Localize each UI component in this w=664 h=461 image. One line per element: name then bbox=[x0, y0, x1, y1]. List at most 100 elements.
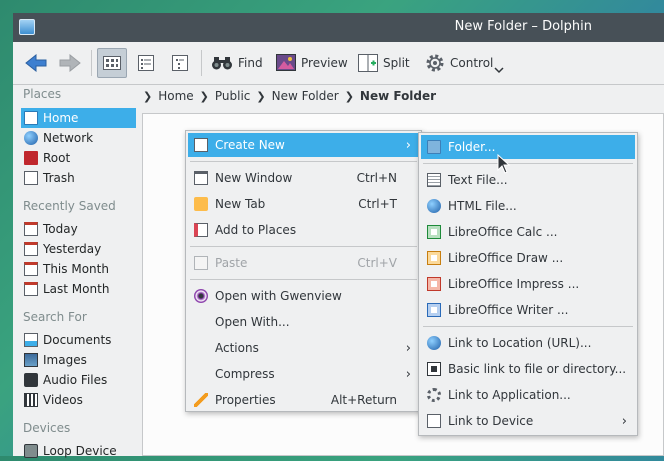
images-icon bbox=[24, 353, 38, 367]
title-bar[interactable]: New Folder – Dolphin bbox=[13, 13, 664, 42]
audio-files-icon bbox=[24, 373, 38, 387]
window-title: New Folder – Dolphin bbox=[454, 19, 592, 34]
places-item-audio-files[interactable]: Audio Files bbox=[21, 370, 136, 390]
split-label: Split bbox=[383, 56, 410, 70]
menu-item-create-new[interactable]: Create New › bbox=[188, 133, 419, 157]
menu-item-label: Text File... bbox=[448, 173, 508, 187]
menu-item-paste[interactable]: Paste Ctrl+V bbox=[188, 251, 419, 275]
places-item-today[interactable]: Today bbox=[21, 219, 136, 239]
folder-icon bbox=[427, 140, 441, 154]
calendar-icon bbox=[24, 242, 38, 256]
application-gear-icon bbox=[427, 388, 441, 402]
properties-pencil-icon bbox=[194, 393, 208, 407]
section-search-for: Search For bbox=[23, 310, 87, 324]
places-item-home[interactable]: Home bbox=[21, 108, 136, 128]
places-item-yesterday[interactable]: Yesterday bbox=[21, 239, 136, 259]
chevron-right-icon: ❯ bbox=[143, 89, 153, 103]
submenu-item-basic-link[interactable]: Basic link to file or directory... bbox=[421, 357, 635, 381]
breadcrumb-item[interactable]: New Folder bbox=[272, 89, 339, 103]
places-item-videos[interactable]: Videos bbox=[21, 390, 136, 410]
places-item-documents[interactable]: Documents bbox=[21, 330, 136, 350]
places-item-network[interactable]: Network bbox=[21, 128, 136, 148]
submenu-item-link-device[interactable]: Link to Device › bbox=[421, 409, 635, 433]
breadcrumb-item[interactable]: Public bbox=[215, 89, 251, 103]
split-button[interactable]: Split bbox=[358, 49, 410, 77]
menu-separator bbox=[190, 279, 417, 280]
toolbar-separator bbox=[91, 50, 92, 76]
menu-item-label: Basic link to file or directory... bbox=[448, 362, 627, 376]
places-item-label: Last Month bbox=[43, 282, 110, 296]
submenu-item-link-application[interactable]: Link to Application... bbox=[421, 383, 635, 407]
section-devices: Devices bbox=[23, 421, 71, 435]
compact-view-button[interactable] bbox=[131, 48, 161, 78]
device-icon bbox=[427, 414, 441, 428]
menu-item-label: Folder... bbox=[448, 140, 496, 154]
menu-item-shortcut: Ctrl+T bbox=[358, 197, 397, 211]
network-globe-icon bbox=[24, 131, 38, 145]
menu-item-compress[interactable]: Compress › bbox=[188, 362, 419, 386]
breadcrumb-item[interactable]: Home bbox=[158, 89, 193, 103]
gear-icon bbox=[426, 54, 444, 72]
new-window-icon bbox=[194, 171, 208, 185]
places-panel: Places Home Network Root Trash Recently … bbox=[13, 85, 139, 458]
mouse-cursor-icon bbox=[497, 154, 511, 174]
menu-item-open-with-gwenview[interactable]: Open with Gwenview bbox=[188, 284, 419, 308]
menu-item-shortcut: Ctrl+N bbox=[356, 171, 397, 185]
submenu-item-libreoffice-impress[interactable]: LibreOffice Impress ... bbox=[421, 272, 635, 296]
submenu-item-text-file[interactable]: Text File... bbox=[421, 168, 635, 192]
submenu-item-libreoffice-writer[interactable]: LibreOffice Writer ... bbox=[421, 298, 635, 322]
menu-item-label: LibreOffice Draw ... bbox=[448, 251, 564, 265]
submenu-item-html-file[interactable]: HTML File... bbox=[421, 194, 635, 218]
control-button[interactable]: Control bbox=[425, 49, 493, 77]
paste-icon bbox=[194, 256, 208, 270]
root-folder-icon bbox=[24, 151, 38, 165]
forward-button[interactable] bbox=[59, 49, 81, 77]
chevron-right-icon: › bbox=[405, 137, 411, 153]
details-view-button[interactable] bbox=[165, 48, 195, 78]
menu-separator bbox=[423, 326, 633, 327]
menu-item-properties[interactable]: Properties Alt+Return bbox=[188, 388, 419, 412]
calendar-icon bbox=[24, 222, 38, 236]
chevron-right-icon: › bbox=[621, 413, 627, 429]
places-item-images[interactable]: Images bbox=[21, 350, 136, 370]
submenu-item-folder[interactable]: Folder... bbox=[421, 135, 635, 159]
calendar-icon bbox=[24, 262, 38, 276]
control-dropdown[interactable] bbox=[494, 56, 504, 84]
app-icon[interactable] bbox=[19, 19, 35, 35]
places-item-loop-device[interactable]: Loop Device bbox=[21, 441, 136, 461]
split-view-icon bbox=[358, 54, 378, 72]
preview-button[interactable]: Preview bbox=[276, 49, 348, 77]
menu-item-new-tab[interactable]: New Tab Ctrl+T bbox=[188, 192, 419, 216]
places-item-last-month[interactable]: Last Month bbox=[21, 279, 136, 299]
videos-icon bbox=[24, 393, 38, 407]
find-label: Find bbox=[238, 56, 263, 70]
places-item-this-month[interactable]: This Month bbox=[21, 259, 136, 279]
places-item-label: This Month bbox=[43, 262, 109, 276]
breadcrumb-current[interactable]: New Folder bbox=[360, 89, 436, 103]
menu-item-shortcut: Ctrl+V bbox=[357, 256, 397, 270]
find-button[interactable]: Find bbox=[211, 49, 263, 77]
menu-item-actions[interactable]: Actions › bbox=[188, 336, 419, 360]
menu-item-new-window[interactable]: New Window Ctrl+N bbox=[188, 166, 419, 190]
back-button[interactable] bbox=[25, 49, 47, 77]
places-item-root[interactable]: Root bbox=[21, 148, 136, 168]
chevron-right-icon: ❯ bbox=[344, 89, 354, 103]
binoculars-icon bbox=[212, 57, 232, 70]
create-new-submenu: Folder... Text File... HTML File... Libr… bbox=[418, 132, 638, 436]
menu-item-label: Link to Location (URL)... bbox=[448, 336, 592, 350]
toolbar: Find Preview Split Control bbox=[13, 42, 664, 85]
menu-item-open-with[interactable]: Open With... bbox=[188, 310, 419, 334]
menu-item-add-to-places[interactable]: Add to Places bbox=[188, 218, 419, 242]
submenu-item-link-url[interactable]: Link to Location (URL)... bbox=[421, 331, 635, 355]
places-item-label: Root bbox=[43, 151, 71, 165]
places-item-label: Documents bbox=[43, 333, 112, 347]
submenu-item-libreoffice-calc[interactable]: LibreOffice Calc ... bbox=[421, 220, 635, 244]
menu-item-label: LibreOffice Impress ... bbox=[448, 277, 580, 291]
menu-item-label: Open with Gwenview bbox=[215, 289, 342, 303]
submenu-item-libreoffice-draw[interactable]: LibreOffice Draw ... bbox=[421, 246, 635, 270]
details-view-icon bbox=[172, 55, 188, 71]
places-item-trash[interactable]: Trash bbox=[21, 168, 136, 188]
menu-item-label: Open With... bbox=[215, 315, 290, 329]
icons-view-button[interactable] bbox=[97, 48, 127, 78]
menu-item-label: LibreOffice Writer ... bbox=[448, 303, 569, 317]
